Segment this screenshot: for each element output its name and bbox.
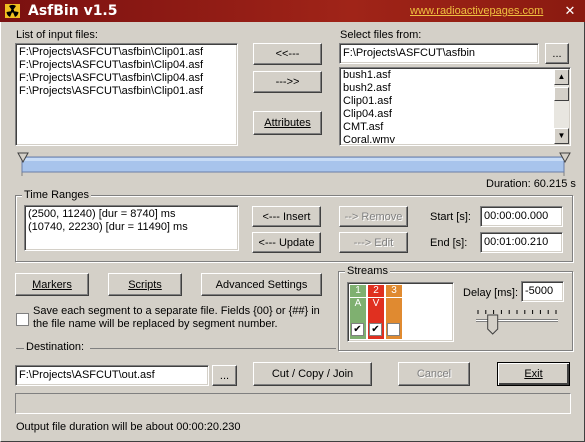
stream-checkbox[interactable]: ✔ [351,323,364,336]
time-range-item[interactable]: (10740, 22230) [dur = 11490] ms [25,221,238,234]
timeline-bar [21,154,565,176]
progress-bar [15,393,571,414]
update-range-button[interactable]: <--- Update [252,232,321,253]
close-icon[interactable]: ✕ [561,3,579,19]
timeline-end-marker-icon[interactable] [559,152,571,164]
destination-input[interactable]: F:\Projects\ASFCUT\out.asf [15,365,209,386]
streams-title: Streams [345,265,390,277]
source-file-item[interactable]: Clip01.asf [340,95,570,108]
input-file-item[interactable]: F:\Projects\ASFCUT\asfbin\Clip01.asf [16,85,237,98]
time-ranges-list[interactable]: (2500, 11240) [dur = 8740] ms (10740, 222… [24,205,239,251]
select-files-label: Select files from: [340,29,422,41]
start-time-input[interactable]: 00:00:00.000 [480,206,563,227]
source-files-list[interactable]: bush1.asf bush2.asf Clip01.asf Clip04.asf CM… [339,67,571,146]
markers-button[interactable]: Markers [15,273,89,296]
delay-input[interactable]: -5000 [521,281,564,302]
attributes-button[interactable]: Attributes [253,111,322,135]
browse-destination-button[interactable]: ... [212,365,237,386]
scroll-up-icon[interactable]: ▲ [554,69,569,85]
input-files-label: List of input files: [16,29,98,41]
save-separate-checkbox[interactable] [16,313,29,326]
stream-checkbox[interactable]: ✔ [369,323,382,336]
cut-copy-join-button[interactable]: Cut / Copy / Join [253,362,372,386]
scroll-thumb[interactable] [554,87,569,101]
delay-slider-thumb [487,314,499,335]
remove-files-button[interactable]: --->> [253,71,322,93]
input-files-list[interactable]: F:\Projects\ASFCUT\asfbin\Clip01.asf F:\P… [15,43,238,146]
source-folder-input[interactable]: F:\Projects\ASFCUT\asfbin [339,43,539,64]
timeline-start-marker-icon[interactable] [17,152,29,164]
slider-thumb-shape [487,314,499,335]
delay-label: Delay [ms]: [463,287,519,299]
stream-column-3[interactable]: 3 [386,285,402,339]
time-ranges-title: Time Ranges [22,189,92,201]
source-file-item[interactable]: bush2.asf [340,82,570,95]
stream-checkbox[interactable] [387,323,400,336]
source-file-item[interactable]: bush1.asf [340,69,570,82]
stream-column-2[interactable]: 2 V ✔ [368,285,384,339]
end-time-input[interactable]: 00:01:00.210 [480,232,563,253]
end-label: End [s]: [430,237,468,249]
exit-button[interactable]: Exit [497,362,570,386]
scripts-button[interactable]: Scripts [108,273,182,296]
source-file-item[interactable]: Coral.wmv [340,134,570,145]
source-file-item[interactable]: Clip04.asf [340,108,570,121]
title-bar[interactable]: AsfBin v1.5 www.radioactivepages.com ✕ [0,0,585,22]
cancel-button[interactable]: Cancel [398,362,470,386]
start-label: Start [s]: [430,211,471,223]
stream-number: 2 [368,285,384,298]
save-separate-label: Save each segment to a separate file. Fi… [33,305,320,330]
input-file-item[interactable]: F:\Projects\ASFCUT\asfbin\Clip04.asf [16,59,237,72]
destination-separator-right [90,348,336,349]
stream-number: 1 [350,285,366,298]
remove-range-button[interactable]: --> Remove [339,206,408,227]
destination-label: Destination: [26,341,85,353]
input-file-item[interactable]: F:\Projects\ASFCUT\asfbin\Clip01.asf [16,46,237,59]
insert-range-button[interactable]: <--- Insert [252,206,321,227]
radioactive-logo-icon [5,4,20,18]
destination-separator [16,348,24,349]
edit-range-button[interactable]: ---> Edit [339,232,408,253]
browse-source-button[interactable]: ... [545,43,569,64]
stream-type: A [354,298,362,309]
advanced-settings-button[interactable]: Advanced Settings [201,273,322,296]
source-files-scrollbar[interactable]: ▲ ▼ [554,69,569,144]
add-files-button[interactable]: <<--- [253,43,322,65]
stream-number: 3 [386,285,402,298]
timeline-track[interactable] [15,152,571,178]
input-file-item[interactable]: F:\Projects\ASFCUT\asfbin\Clip04.asf [16,72,237,85]
delay-slider[interactable] [474,310,560,336]
stream-type: V [372,298,380,309]
status-text: Output file duration will be about 00:00… [16,421,241,433]
stream-column-1[interactable]: 1 A ✔ [350,285,366,339]
duration-text: Duration: 60.215 s [486,178,576,190]
website-link[interactable]: www.radioactivepages.com [410,5,543,17]
scroll-down-icon[interactable]: ▼ [554,128,569,144]
time-range-item[interactable]: (2500, 11240) [dur = 8740] ms [25,208,238,221]
source-file-item[interactable]: CMT.asf [340,121,570,134]
window-title: AsfBin v1.5 [28,3,118,19]
